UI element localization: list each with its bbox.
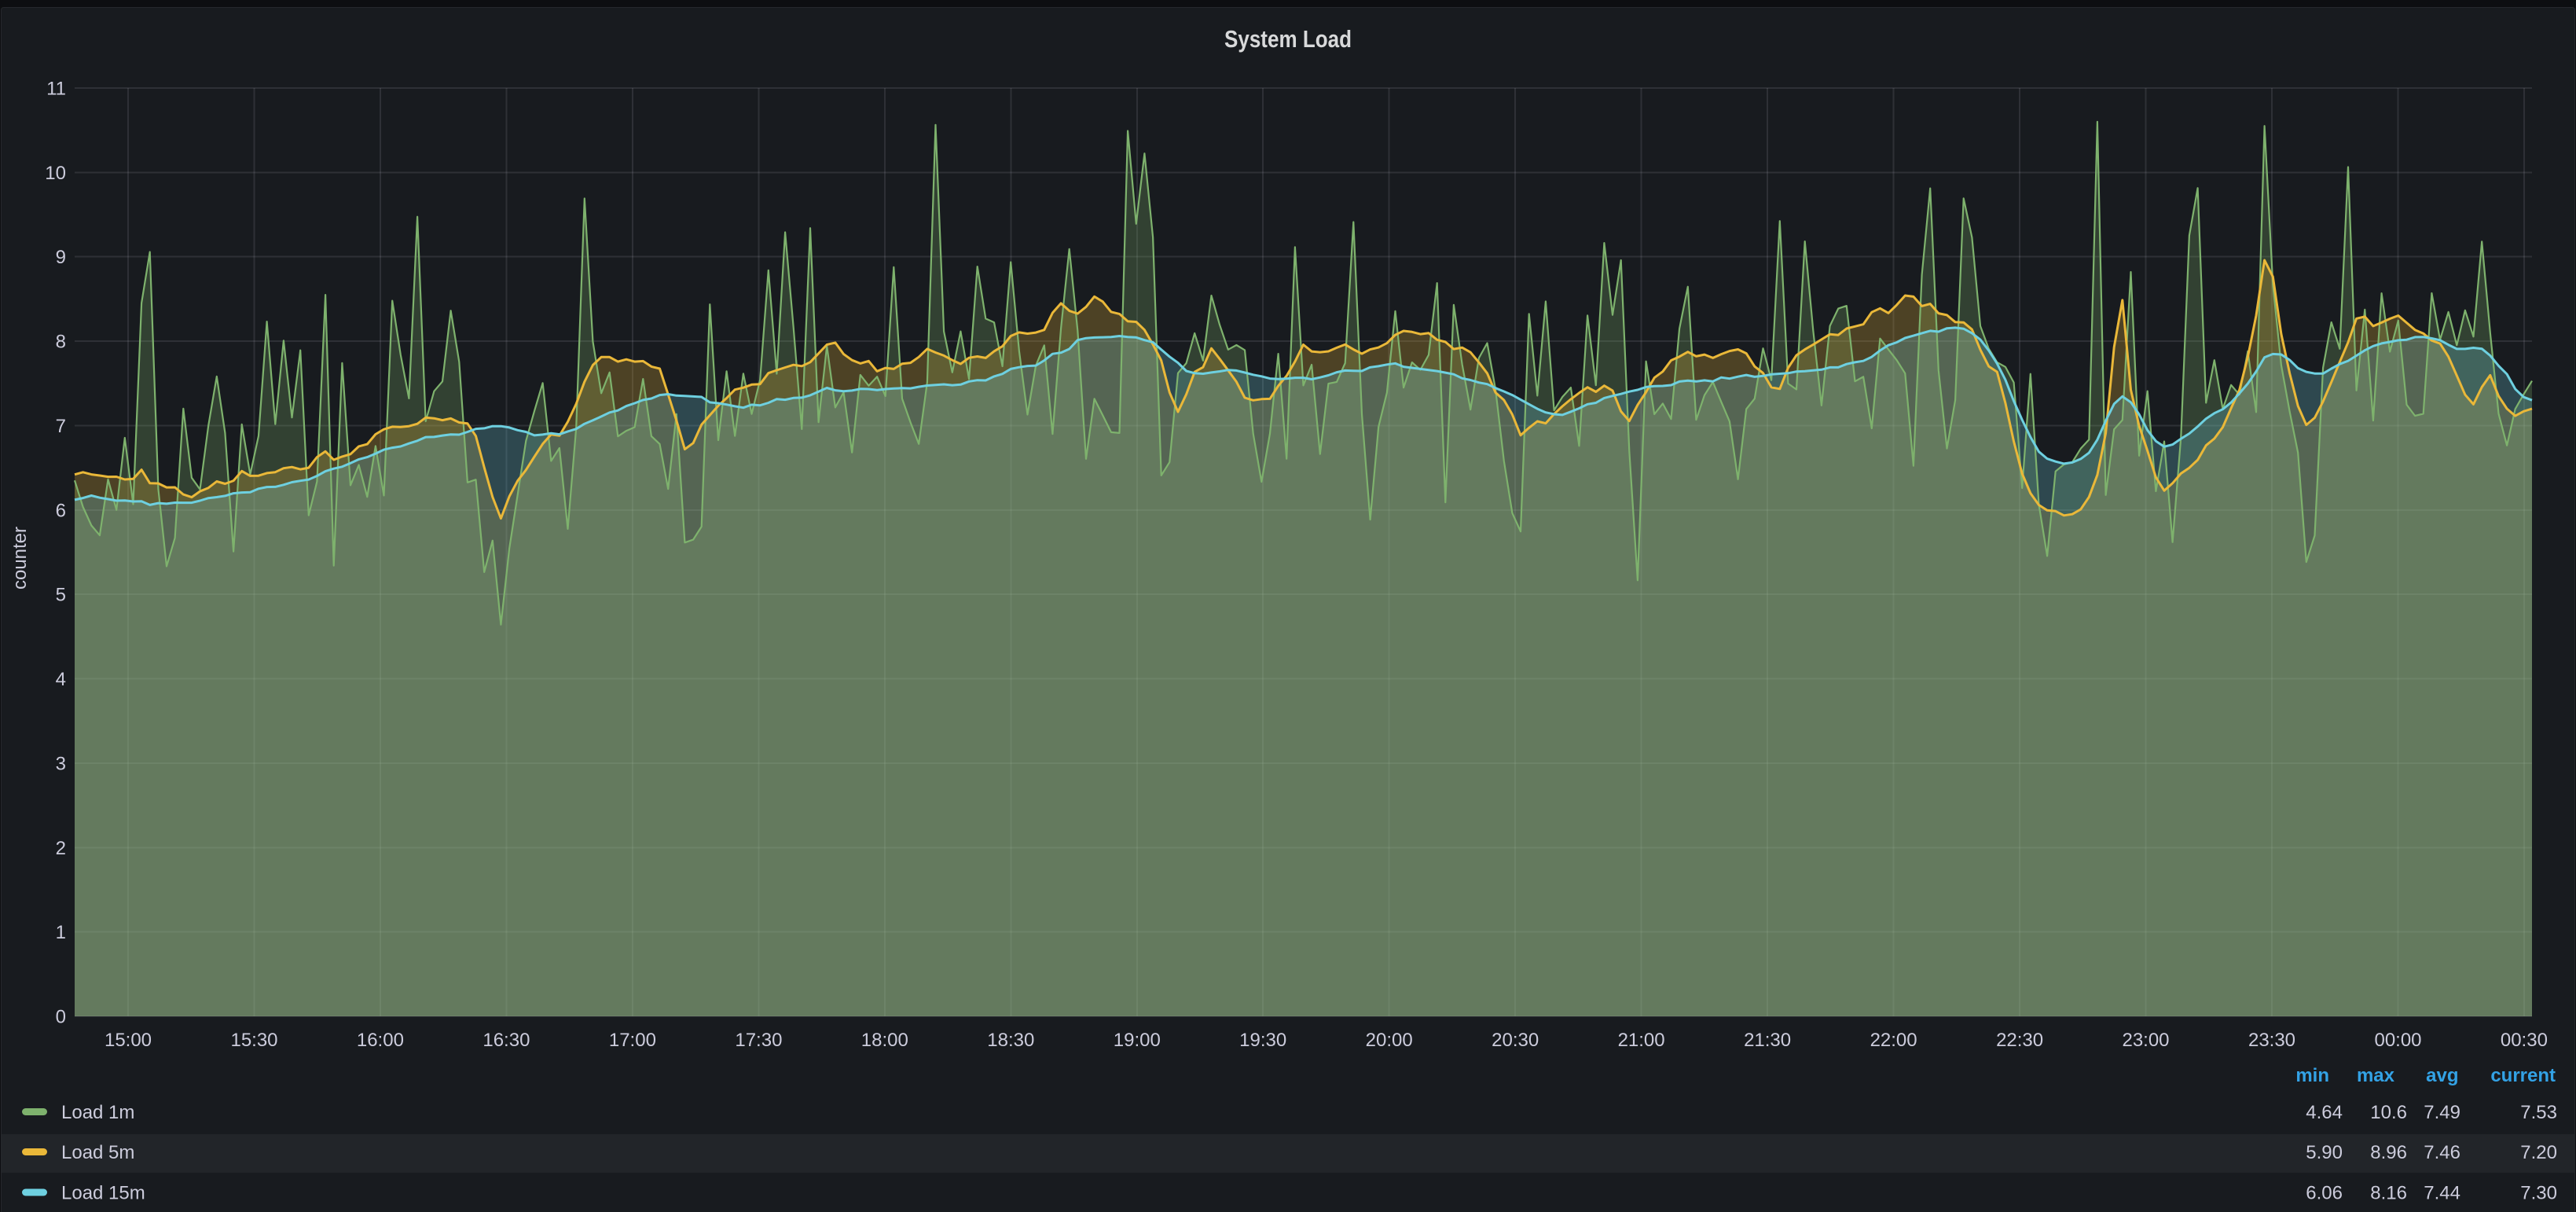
svg-text:10.6: 10.6 bbox=[2370, 1102, 2407, 1123]
svg-text:max: max bbox=[2357, 1065, 2395, 1086]
svg-text:8.96: 8.96 bbox=[2370, 1142, 2407, 1163]
svg-text:16:30: 16:30 bbox=[483, 1030, 530, 1051]
svg-text:Load 15m: Load 15m bbox=[61, 1183, 145, 1204]
svg-text:current: current bbox=[2490, 1065, 2556, 1086]
svg-text:Load 5m: Load 5m bbox=[61, 1142, 134, 1163]
svg-text:11: 11 bbox=[46, 79, 66, 100]
svg-text:avg: avg bbox=[2426, 1065, 2458, 1086]
svg-text:7.20: 7.20 bbox=[2520, 1142, 2557, 1163]
svg-text:min: min bbox=[2295, 1065, 2329, 1086]
svg-text:18:00: 18:00 bbox=[861, 1030, 908, 1051]
svg-text:0: 0 bbox=[56, 1007, 66, 1028]
svg-text:18:30: 18:30 bbox=[987, 1030, 1034, 1051]
svg-text:20:30: 20:30 bbox=[1492, 1030, 1539, 1051]
svg-text:21:00: 21:00 bbox=[1618, 1030, 1665, 1051]
svg-text:19:30: 19:30 bbox=[1239, 1030, 1286, 1051]
svg-text:4: 4 bbox=[56, 669, 66, 690]
svg-text:22:00: 22:00 bbox=[1870, 1030, 1917, 1051]
svg-text:21:30: 21:30 bbox=[1744, 1030, 1791, 1051]
svg-text:00:30: 00:30 bbox=[2501, 1030, 2548, 1051]
svg-text:10: 10 bbox=[45, 163, 66, 184]
svg-text:7.44: 7.44 bbox=[2424, 1183, 2460, 1204]
svg-text:20:00: 20:00 bbox=[1366, 1030, 1413, 1051]
svg-text:9: 9 bbox=[56, 247, 66, 268]
svg-text:8: 8 bbox=[56, 332, 66, 353]
svg-text:7.49: 7.49 bbox=[2424, 1102, 2460, 1123]
svg-text:1: 1 bbox=[56, 922, 66, 943]
svg-text:16:00: 16:00 bbox=[357, 1030, 404, 1051]
svg-text:6: 6 bbox=[56, 500, 66, 521]
svg-text:3: 3 bbox=[56, 753, 66, 774]
svg-text:19:00: 19:00 bbox=[1114, 1030, 1161, 1051]
svg-text:22:30: 22:30 bbox=[1996, 1030, 2043, 1051]
svg-text:23:00: 23:00 bbox=[2122, 1030, 2169, 1051]
svg-text:17:30: 17:30 bbox=[735, 1030, 782, 1051]
svg-text:23:30: 23:30 bbox=[2248, 1030, 2295, 1051]
svg-text:4.64: 4.64 bbox=[2306, 1102, 2343, 1123]
svg-text:8.16: 8.16 bbox=[2370, 1183, 2407, 1204]
svg-text:2: 2 bbox=[56, 838, 66, 859]
svg-text:6.06: 6.06 bbox=[2306, 1183, 2343, 1204]
svg-text:5.90: 5.90 bbox=[2306, 1142, 2343, 1163]
svg-text:15:00: 15:00 bbox=[105, 1030, 152, 1051]
svg-text:7.46: 7.46 bbox=[2424, 1142, 2460, 1163]
svg-text:00:00: 00:00 bbox=[2374, 1030, 2421, 1051]
svg-text:7.30: 7.30 bbox=[2520, 1183, 2557, 1204]
svg-text:7.53: 7.53 bbox=[2520, 1102, 2557, 1123]
svg-text:System Load: System Load bbox=[1224, 25, 1352, 53]
svg-text:17:00: 17:00 bbox=[609, 1030, 656, 1051]
svg-text:counter: counter bbox=[9, 527, 31, 589]
svg-text:7: 7 bbox=[56, 416, 66, 437]
svg-text:Load 1m: Load 1m bbox=[61, 1102, 134, 1123]
svg-text:15:30: 15:30 bbox=[230, 1030, 277, 1051]
svg-text:5: 5 bbox=[56, 585, 66, 606]
